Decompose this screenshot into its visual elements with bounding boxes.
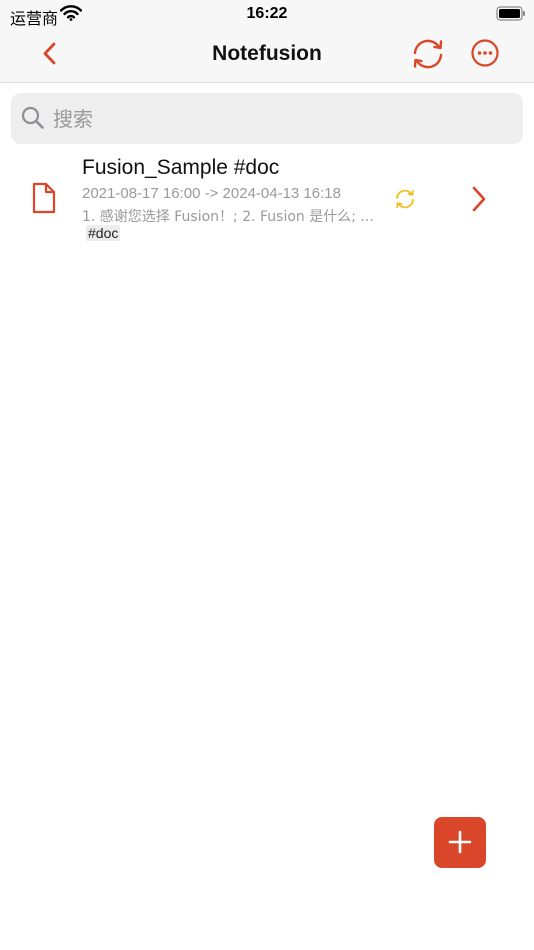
note-summary: 1. 感谢您选择 Fusion！; 2. Fusion 是什么; ... bbox=[82, 209, 374, 225]
sync-status-icon bbox=[394, 188, 416, 215]
clock: 16:22 bbox=[246, 5, 288, 22]
plus-icon bbox=[448, 830, 472, 854]
more-icon bbox=[471, 39, 499, 67]
chevron-right-icon[interactable] bbox=[468, 184, 490, 219]
sync-button[interactable] bbox=[410, 36, 446, 72]
status-bar: 运营商 16:22 bbox=[0, 0, 534, 28]
navigation-bar: Notefusion bbox=[0, 28, 534, 83]
battery-icon bbox=[496, 6, 526, 26]
search-input[interactable] bbox=[51, 103, 515, 135]
add-note-button[interactable] bbox=[434, 817, 486, 868]
more-button[interactable] bbox=[469, 37, 501, 69]
document-icon bbox=[31, 182, 57, 219]
note-tag[interactable]: #doc bbox=[86, 225, 121, 241]
note-title: Fusion_Sample #doc bbox=[82, 156, 280, 179]
sync-icon bbox=[413, 39, 443, 69]
note-date-range: 2021-08-17 16:00 -> 2024-04-13 16:18 bbox=[82, 185, 341, 202]
page-title: Notefusion bbox=[212, 42, 322, 65]
search-bar[interactable] bbox=[11, 93, 523, 144]
note-list-item[interactable]: Fusion_Sample #doc 2021-08-17 16:00 -> 2… bbox=[0, 152, 534, 248]
search-icon bbox=[21, 106, 45, 135]
